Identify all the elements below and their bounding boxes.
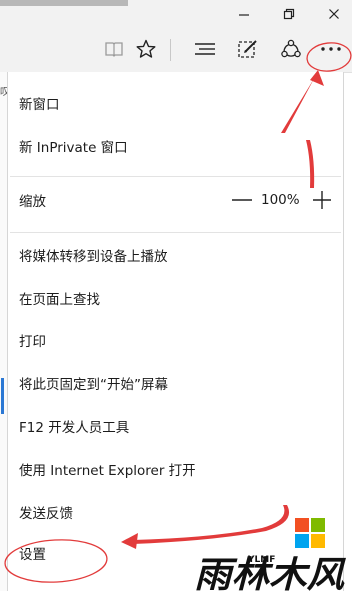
menu-item-print[interactable]: 打印 [8,319,343,361]
share-button[interactable] [275,32,307,66]
favorite-button[interactable] [130,32,162,66]
reading-view-icon [105,42,123,57]
menu-item-f12-developer-tools[interactable]: F12 开发人员工具 [8,405,343,447]
minimize-button[interactable] [226,2,262,26]
plus-icon [313,191,331,209]
reading-view-button[interactable] [98,32,130,66]
menu-separator [10,176,341,177]
menu-item-label: 将此页固定到“开始”屏幕 [19,377,168,393]
zoom-label: 缩放 [19,194,46,210]
web-note-icon [238,40,257,58]
tab-strip[interactable] [0,0,128,6]
watermark-sub-text: YLMF [247,555,275,565]
menu-item-pin-to-start[interactable]: 将此页固定到“开始”屏幕 [8,362,343,404]
settings-and-more-menu: 新窗口 新 InPrivate 窗口 缩放 100% 将媒体转移到设备上播放 在… [8,72,343,591]
more-actions-button[interactable] [315,32,347,66]
windows-logo-tile-red [295,518,309,532]
favorite-star-icon [136,39,156,58]
menu-item-new-window[interactable]: 新窗口 [8,82,343,124]
menu-separator [10,232,341,233]
menu-item-label: 设置 [19,547,46,563]
zoom-level-value: 100% [261,192,300,208]
menu-item-label: 新 InPrivate 窗口 [19,140,128,156]
share-icon [281,39,301,58]
toolbar-separator [170,39,171,61]
restore-button[interactable] [271,2,307,26]
windows-logo-tile-yellow [311,534,325,548]
minimize-icon [239,14,249,16]
menu-item-label: 打印 [19,334,46,350]
title-bar [0,0,352,28]
ylmf-watermark-logo: 雨林木风 YLMF [190,515,352,595]
menu-item-label: 将媒体转移到设备上播放 [19,249,168,265]
menu-item-open-with-ie[interactable]: 使用 Internet Explorer 打开 [8,448,343,490]
hub-button[interactable] [189,32,221,66]
windows-logo-tile-blue [295,534,309,548]
restore-icon [283,8,295,20]
page-accent-bar [1,378,4,414]
menu-item-label: 在页面上查找 [19,292,100,308]
menu-item-cast-media[interactable]: 将媒体转移到设备上播放 [8,234,343,276]
toolbar [0,28,352,73]
menu-item-label: F12 开发人员工具 [19,420,130,436]
menu-item-find-on-page[interactable]: 在页面上查找 [8,277,343,319]
menu-item-label: 使用 Internet Explorer 打开 [19,463,196,479]
zoom-out-button[interactable] [228,185,256,215]
zoom-in-button[interactable] [308,185,336,215]
web-note-button[interactable] [232,32,264,66]
close-button[interactable] [316,2,352,26]
more-actions-icon [321,47,341,51]
menu-item-label: 发送反馈 [19,506,73,522]
menu-item-new-inprivate-window[interactable]: 新 InPrivate 窗口 [8,125,343,167]
windows-logo-tile-green [311,518,325,532]
menu-item-label: 新窗口 [19,97,60,113]
minus-icon [232,199,252,201]
close-icon [329,9,339,19]
hub-icon [195,43,215,55]
